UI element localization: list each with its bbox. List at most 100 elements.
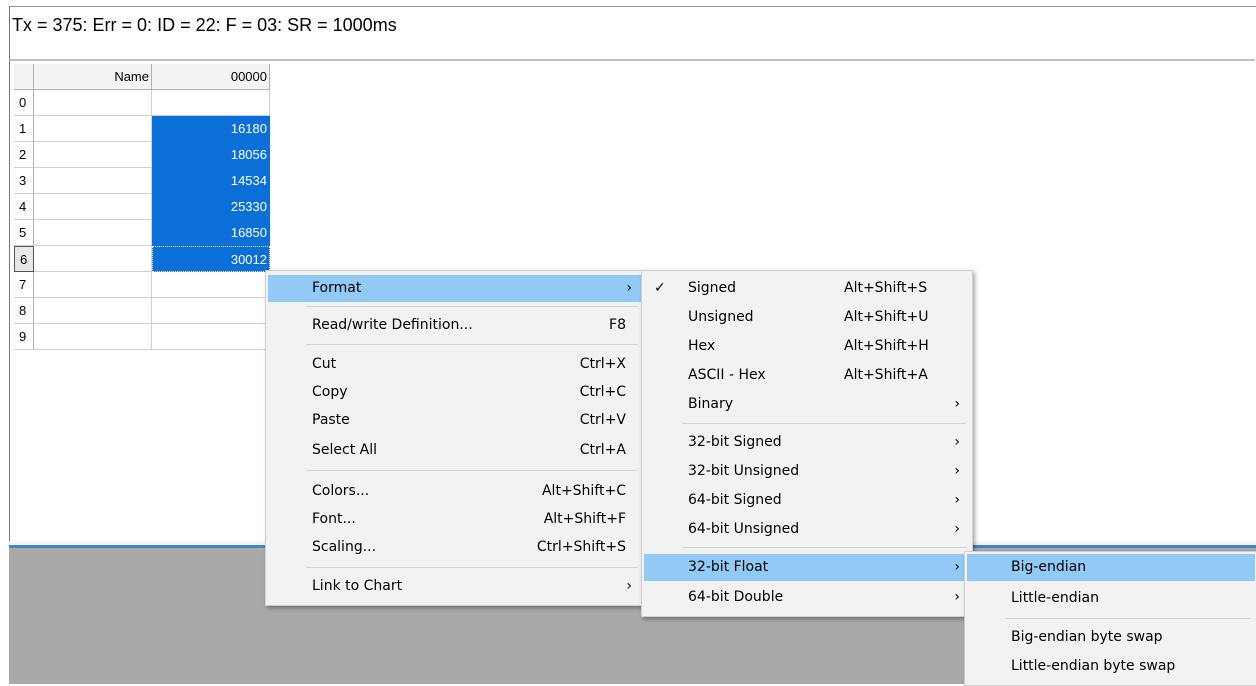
value-cell[interactable]	[152, 324, 270, 350]
menu-item-label: Font...	[312, 511, 356, 527]
menu-item-label: Big-endian byte swap	[1011, 629, 1163, 645]
menu-item-link-to-chart[interactable]: Link to Chart ›	[268, 573, 642, 600]
row-header[interactable]: 1	[14, 116, 34, 142]
menu-item-64bit-signed[interactable]: 64-bit Signed ›	[644, 487, 970, 514]
value-cell[interactable]	[152, 90, 270, 116]
value-cell-selected[interactable]: 18056	[152, 142, 270, 168]
value-cell-selected[interactable]: 16850	[152, 220, 270, 246]
table-row[interactable]: 2 18056	[14, 142, 270, 168]
row-header[interactable]: 8	[14, 298, 34, 324]
menu-item-scaling[interactable]: Scaling... Ctrl+Shift+S	[268, 534, 642, 561]
table-row[interactable]: 1 16180	[14, 116, 270, 142]
value-cell-focused[interactable]: 30012	[152, 246, 270, 272]
column-header-name[interactable]: Name	[34, 64, 152, 90]
row-header[interactable]: 7	[14, 272, 34, 298]
column-header-address[interactable]: 00000	[152, 64, 270, 90]
menu-item-label: 64-bit Unsigned	[688, 521, 800, 537]
menu-item-big-endian[interactable]: Big-endian	[967, 554, 1255, 581]
menu-item-label: 64-bit Signed	[688, 492, 782, 508]
name-cell[interactable]	[34, 272, 152, 298]
table-row[interactable]: 0	[14, 90, 270, 116]
chevron-right-icon: ›	[626, 280, 632, 296]
menu-item-read-write-definition[interactable]: Read/write Definition... F8	[268, 312, 642, 339]
status-bar: Tx = 375: Err = 0: ID = 22: F = 03: SR =…	[9, 10, 1255, 61]
menu-item-label: Paste	[312, 412, 350, 428]
menu-item-label: 64-bit Double	[688, 589, 784, 605]
menu-separator	[306, 344, 638, 345]
row-header[interactable]: 5	[14, 220, 34, 246]
float-endianness-submenu: Big-endian Little-endian Big-endian byte…	[964, 551, 1256, 686]
chevron-right-icon: ›	[954, 589, 960, 605]
name-cell[interactable]	[34, 116, 152, 142]
menu-item-font[interactable]: Font... Alt+Shift+F	[268, 506, 642, 533]
table-row[interactable]: 6 30012	[14, 246, 270, 272]
menu-item-label: Link to Chart	[312, 578, 403, 594]
menu-item-label: Binary	[688, 396, 733, 412]
value-cell-selected[interactable]: 16180	[152, 116, 270, 142]
row-header[interactable]: 4	[14, 194, 34, 220]
menu-shortcut: Alt+Shift+F	[543, 511, 626, 527]
row-header-active[interactable]: 6	[14, 246, 34, 272]
menu-item-hex[interactable]: Hex Alt+Shift+H	[644, 333, 970, 360]
name-cell[interactable]	[34, 142, 152, 168]
menu-item-label: Select All	[312, 442, 377, 458]
menu-shortcut: Alt+Shift+U	[844, 309, 929, 325]
menu-shortcut: Alt+Shift+S	[844, 280, 928, 296]
menu-shortcut: Ctrl+V	[579, 412, 626, 428]
chevron-right-icon: ›	[954, 463, 960, 479]
table-row[interactable]: 9	[14, 324, 270, 350]
menu-item-64bit-double[interactable]: 64-bit Double ›	[644, 584, 970, 611]
menu-item-label: 32-bit Signed	[688, 434, 782, 450]
name-cell[interactable]	[34, 90, 152, 116]
menu-item-cut[interactable]: Cut Ctrl+X	[268, 351, 642, 378]
table-row[interactable]: 8	[14, 298, 270, 324]
row-header[interactable]: 0	[14, 90, 34, 116]
value-cell[interactable]	[152, 272, 270, 298]
menu-item-big-endian-byte-swap[interactable]: Big-endian byte swap	[967, 624, 1255, 651]
menu-item-label: Read/write Definition...	[312, 317, 473, 333]
menu-item-label: Cut	[312, 356, 337, 372]
table-row[interactable]: 5 16850	[14, 220, 270, 246]
grid-corner[interactable]	[14, 64, 34, 90]
chevron-right-icon: ›	[626, 578, 632, 594]
menu-item-colors[interactable]: Colors... Alt+Shift+C	[268, 478, 642, 505]
menu-shortcut: Alt+Shift+A	[844, 367, 928, 383]
name-cell[interactable]	[34, 220, 152, 246]
name-cell[interactable]	[34, 168, 152, 194]
name-cell[interactable]	[34, 324, 152, 350]
menu-item-64bit-unsigned[interactable]: 64-bit Unsigned ›	[644, 516, 970, 543]
menu-item-little-endian[interactable]: Little-endian	[967, 585, 1255, 612]
value-cell-selected[interactable]: 25330	[152, 194, 270, 220]
menu-item-copy[interactable]: Copy Ctrl+C	[268, 379, 642, 406]
menu-item-32bit-float[interactable]: 32-bit Float ›	[644, 554, 970, 581]
menu-item-32bit-signed[interactable]: 32-bit Signed ›	[644, 429, 970, 456]
menu-item-32bit-unsigned[interactable]: 32-bit Unsigned ›	[644, 458, 970, 485]
checkmark-icon: ✓	[654, 280, 666, 296]
table-row[interactable]: 4 25330	[14, 194, 270, 220]
menu-item-label: Little-endian byte swap	[1011, 658, 1176, 674]
value-cell[interactable]	[152, 298, 270, 324]
menu-item-unsigned[interactable]: Unsigned Alt+Shift+U	[644, 304, 970, 331]
name-cell[interactable]	[34, 246, 152, 272]
value-cell-selected[interactable]: 14534	[152, 168, 270, 194]
chevron-right-icon: ›	[954, 521, 960, 537]
row-header[interactable]: 9	[14, 324, 34, 350]
menu-item-label: Format	[312, 280, 362, 296]
menu-item-label: Unsigned	[688, 309, 754, 325]
menu-item-little-endian-byte-swap[interactable]: Little-endian byte swap	[967, 653, 1255, 680]
menu-item-paste[interactable]: Paste Ctrl+V	[268, 407, 642, 434]
row-header[interactable]: 3	[14, 168, 34, 194]
menu-item-ascii-hex[interactable]: ASCII - Hex Alt+Shift+A	[644, 362, 970, 389]
status-text: Tx = 375: Err = 0: ID = 22: F = 03: SR =…	[12, 15, 397, 35]
menu-separator	[1005, 618, 1251, 619]
name-cell[interactable]	[34, 194, 152, 220]
table-row[interactable]: 3 14534	[14, 168, 270, 194]
menu-item-label: Big-endian	[1011, 559, 1087, 575]
menu-item-select-all[interactable]: Select All Ctrl+A	[268, 437, 642, 464]
menu-item-signed[interactable]: ✓ Signed Alt+Shift+S	[644, 275, 970, 302]
menu-item-format[interactable]: Format ›	[268, 275, 642, 302]
name-cell[interactable]	[34, 298, 152, 324]
menu-item-binary[interactable]: Binary ›	[644, 391, 970, 418]
row-header[interactable]: 2	[14, 142, 34, 168]
table-row[interactable]: 7	[14, 272, 270, 298]
